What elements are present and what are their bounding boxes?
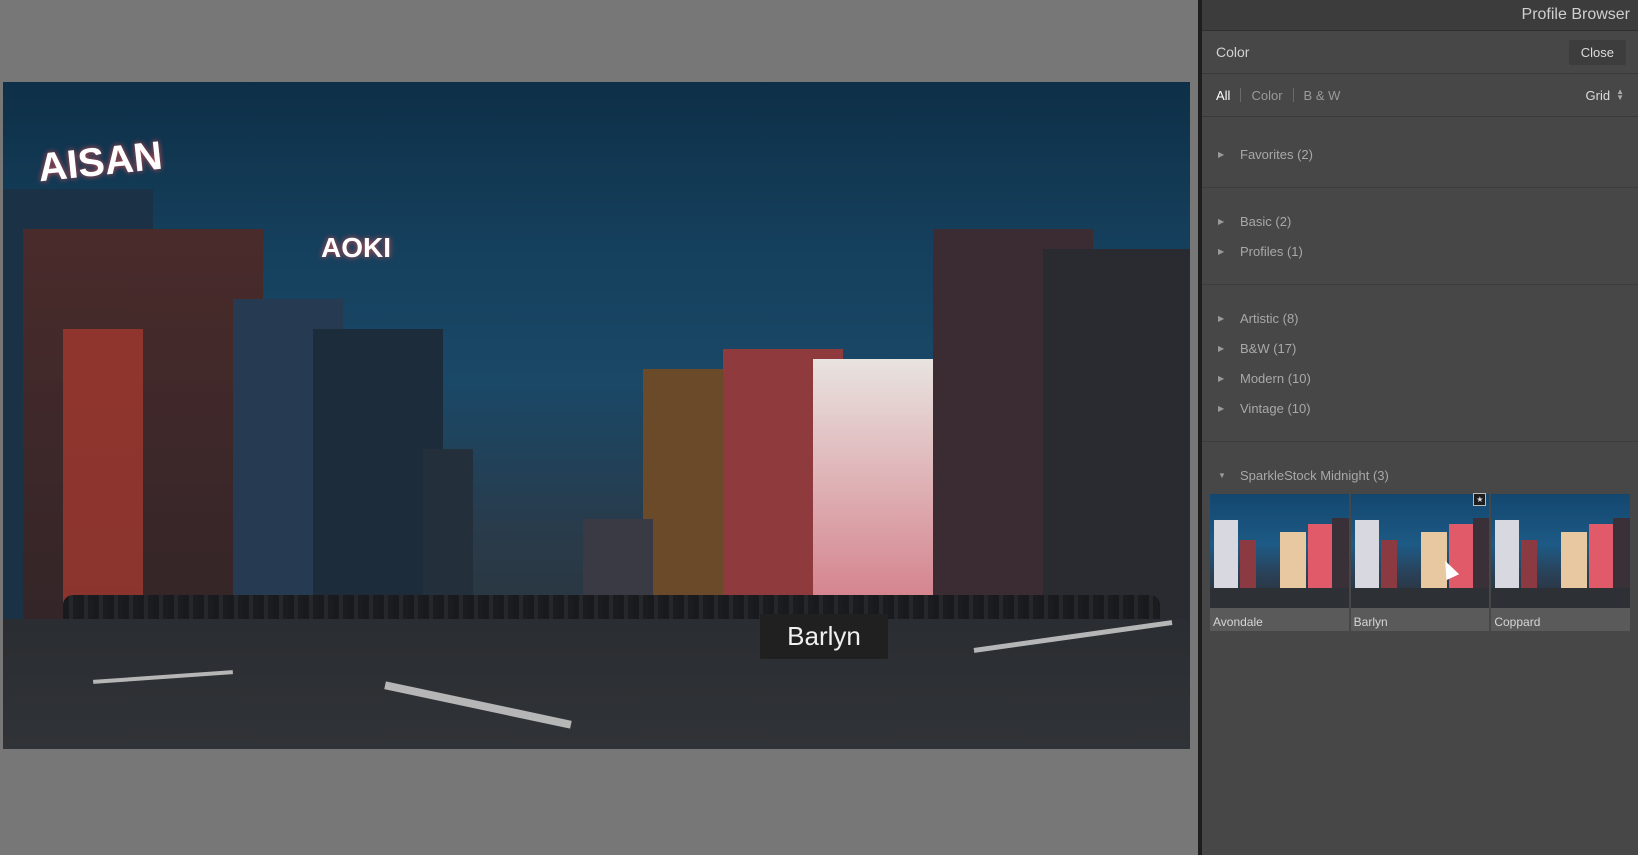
- group-vintage[interactable]: ▶ Vintage (10): [1202, 393, 1638, 423]
- profile-thumb-avondale[interactable]: Avondale: [1210, 494, 1349, 631]
- group-label: B&W (17): [1240, 340, 1297, 356]
- group-label: Basic (2): [1240, 213, 1292, 229]
- group-label: Modern (10): [1240, 370, 1311, 386]
- triangle-down-icon: ▼: [1218, 470, 1226, 480]
- group-label: Profiles (1): [1240, 243, 1303, 259]
- filter-separator: [1292, 88, 1294, 102]
- sign-aoki: AOKI: [321, 232, 391, 263]
- filter-row: All Color B & W Grid ▲ ▼: [1202, 74, 1638, 117]
- star-icon[interactable]: ★: [1473, 493, 1487, 506]
- thumbnail-image: [1350, 494, 1490, 608]
- triangle-right-icon: ▶: [1218, 343, 1225, 353]
- filter-tabs: All Color B & W: [1216, 88, 1340, 103]
- group-modern[interactable]: ▶ Modern (10): [1202, 363, 1638, 393]
- group-label: Artistic (8): [1240, 310, 1299, 326]
- group-basic[interactable]: ▶ Basic (2): [1202, 206, 1638, 236]
- profile-thumb-barlyn[interactable]: ★ Barlyn: [1350, 493, 1490, 631]
- group-label: Favorites (2): [1240, 146, 1313, 162]
- group-label: SparkleStock Midnight (3): [1240, 467, 1389, 483]
- filter-separator: [1240, 88, 1242, 102]
- triangle-right-icon: ▶: [1218, 373, 1225, 383]
- profile-label: Coppard: [1494, 615, 1541, 629]
- group-sparklestock-midnight[interactable]: ▼ SparkleStock Midnight (3): [1202, 460, 1638, 490]
- filter-all[interactable]: All: [1216, 88, 1230, 103]
- group-favorites[interactable]: ▶ Favorites (2): [1202, 139, 1638, 169]
- profile-groups: ▶ Favorites (2) ▶ Basic (2) ▶ Profiles (…: [1202, 117, 1638, 631]
- profile-name-caption: Barlyn: [760, 614, 888, 659]
- profile-group-label: Color: [1216, 44, 1250, 60]
- group-label: Vintage (10): [1240, 400, 1311, 416]
- profile-thumbnails: Avondale ★ Barlyn Coppard: [1210, 493, 1631, 631]
- view-mode-value: Grid: [1585, 87, 1611, 103]
- thumbnail-image: [1210, 494, 1349, 608]
- triangle-right-icon: ▶: [1218, 149, 1225, 159]
- sign-aisan: AISAN: [35, 133, 165, 191]
- triangle-right-icon: ▶: [1218, 313, 1225, 323]
- profile-browser-panel: Profile Browser Color Close All Color B …: [1202, 0, 1638, 855]
- thumbnail-image: [1491, 494, 1631, 608]
- panel-header: Color Close: [1202, 31, 1638, 74]
- close-button[interactable]: Close: [1568, 39, 1626, 65]
- preview-area: AISAN AOKI Barlyn: [0, 0, 1198, 855]
- view-mode-select[interactable]: Grid ▲ ▼: [1586, 88, 1624, 103]
- group-profiles[interactable]: ▶ Profiles (1): [1202, 236, 1638, 266]
- preview-photo: AISAN AOKI: [3, 82, 1190, 749]
- profile-label: Avondale: [1213, 615, 1263, 629]
- triangle-right-icon: ▶: [1218, 216, 1225, 226]
- triangle-right-icon: ▶: [1218, 403, 1225, 413]
- group-bw[interactable]: ▶ B&W (17): [1202, 333, 1638, 363]
- panel-title-bar: Profile Browser: [1202, 0, 1638, 31]
- panel-title: Profile Browser: [1521, 6, 1630, 23]
- filter-bw[interactable]: B & W: [1304, 88, 1341, 103]
- filter-color[interactable]: Color: [1251, 88, 1282, 103]
- group-artistic[interactable]: ▶ Artistic (8): [1202, 303, 1638, 333]
- street: [3, 619, 1190, 749]
- profile-thumb-coppard[interactable]: Coppard: [1491, 494, 1631, 631]
- triangle-right-icon: ▶: [1218, 246, 1225, 256]
- profile-label: Barlyn: [1353, 615, 1388, 629]
- updown-arrows-icon: ▲ ▼: [1616, 87, 1624, 102]
